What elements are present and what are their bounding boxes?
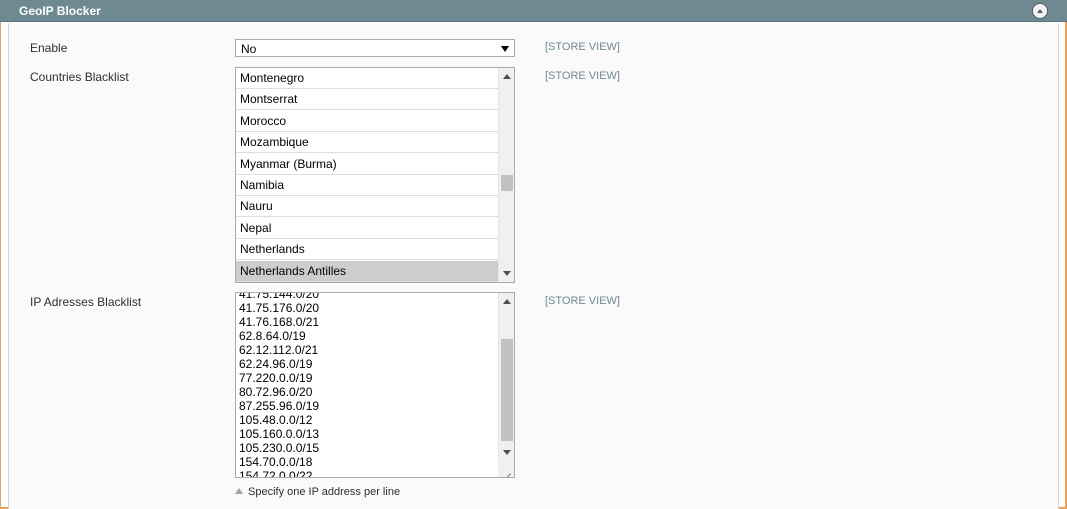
resize-handle-icon[interactable] [498, 461, 514, 477]
collapse-up-icon[interactable] [1032, 3, 1048, 19]
ip-line: 77.220.0.0/19 [239, 371, 313, 385]
ip-line: 62.8.64.0/19 [239, 329, 306, 343]
countries-scroll-thumb[interactable] [501, 175, 513, 192]
ip-line: 80.72.96.0/20 [239, 385, 313, 399]
ips-label: IP Adresses Blacklist [30, 295, 142, 309]
ip-line: 62.24.96.0/19 [239, 357, 313, 371]
countries-scrollbar[interactable] [498, 68, 514, 282]
dropdown-arrow-icon [501, 46, 509, 52]
ip-line: 105.230.0.0/15 [239, 441, 320, 455]
ip-line: 41.75.144.0/20 [239, 293, 320, 301]
country-option[interactable]: Myanmar (Burma) [236, 153, 498, 175]
ips-scrollbar[interactable] [498, 293, 514, 461]
ip-line: 105.160.0.0/13 [239, 427, 320, 441]
note-triangle-icon [235, 488, 243, 494]
country-option[interactable]: Mozambique [236, 132, 498, 154]
ip-line: 62.12.112.0/21 [239, 343, 319, 357]
countries-label: Countries Blacklist [30, 70, 129, 84]
ip-line: 41.76.168.0/21 [239, 315, 320, 329]
scroll-up-arrow-icon[interactable] [503, 299, 511, 304]
country-option[interactable]: Netherlands Antilles [236, 260, 498, 282]
country-option[interactable]: Nauru [236, 196, 498, 218]
countries-option-list: Montenegro Montserrat Morocco Mozambique Mya… [236, 68, 498, 282]
countries-multiselect[interactable]: Montenegro Montserrat Morocco Mozambique Mya… [235, 67, 515, 283]
ip-line: 154.70.0.0/18 [239, 455, 313, 469]
ips-note-text: Specify one IP address per line [248, 486, 401, 498]
enable-select[interactable]: No [235, 39, 515, 57]
countries-scope: [STORE VIEW] [545, 70, 620, 82]
ip-line: 105.48.0.0/12 [239, 413, 313, 427]
section-title: GeoIP Blocker [19, 4, 101, 18]
country-option[interactable]: Nepal [236, 217, 498, 239]
ip-line: 87.255.96.0/19 [239, 399, 320, 413]
enable-select-value: No [241, 42, 257, 56]
ips-scope: [STORE VIEW] [545, 295, 620, 307]
scroll-up-arrow-icon[interactable] [503, 74, 511, 79]
country-option[interactable]: Montserrat [236, 89, 498, 111]
scroll-down-arrow-icon[interactable] [503, 450, 511, 455]
enable-scope: [STORE VIEW] [545, 41, 620, 53]
ips-scroll-thumb[interactable] [501, 339, 513, 441]
country-option[interactable]: Namibia [236, 175, 498, 196]
ips-text-content: 41.75.144.0/20 41.75.176.0/20 41.76.168.0/… [236, 293, 498, 477]
enable-label: Enable [30, 41, 68, 55]
section-panel [8, 23, 1059, 509]
country-option[interactable]: Netherlands [236, 239, 498, 261]
section-header[interactable]: GeoIP Blocker [0, 0, 1067, 22]
ip-line: 41.75.176.0/20 [239, 301, 320, 315]
ip-line: 154.72.0.0/22 [239, 469, 313, 477]
ips-note: Specify one IP address per line [235, 486, 400, 498]
ips-textarea[interactable]: 41.75.144.0/20 41.75.176.0/20 41.76.168.0/… [235, 292, 515, 478]
scroll-down-arrow-icon[interactable] [503, 271, 511, 276]
country-option[interactable]: Morocco [236, 110, 498, 132]
country-option[interactable]: Montenegro [236, 68, 498, 89]
